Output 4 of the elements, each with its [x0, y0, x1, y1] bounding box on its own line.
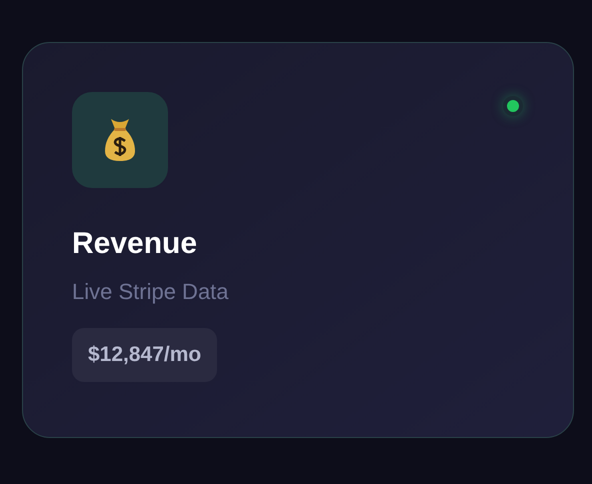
value-badge: $12,847/mo	[72, 328, 218, 382]
card-subtitle: Live Stripe Data	[72, 278, 229, 306]
money-bag-icon	[103, 117, 137, 163]
card-title: Revenue	[72, 226, 198, 262]
